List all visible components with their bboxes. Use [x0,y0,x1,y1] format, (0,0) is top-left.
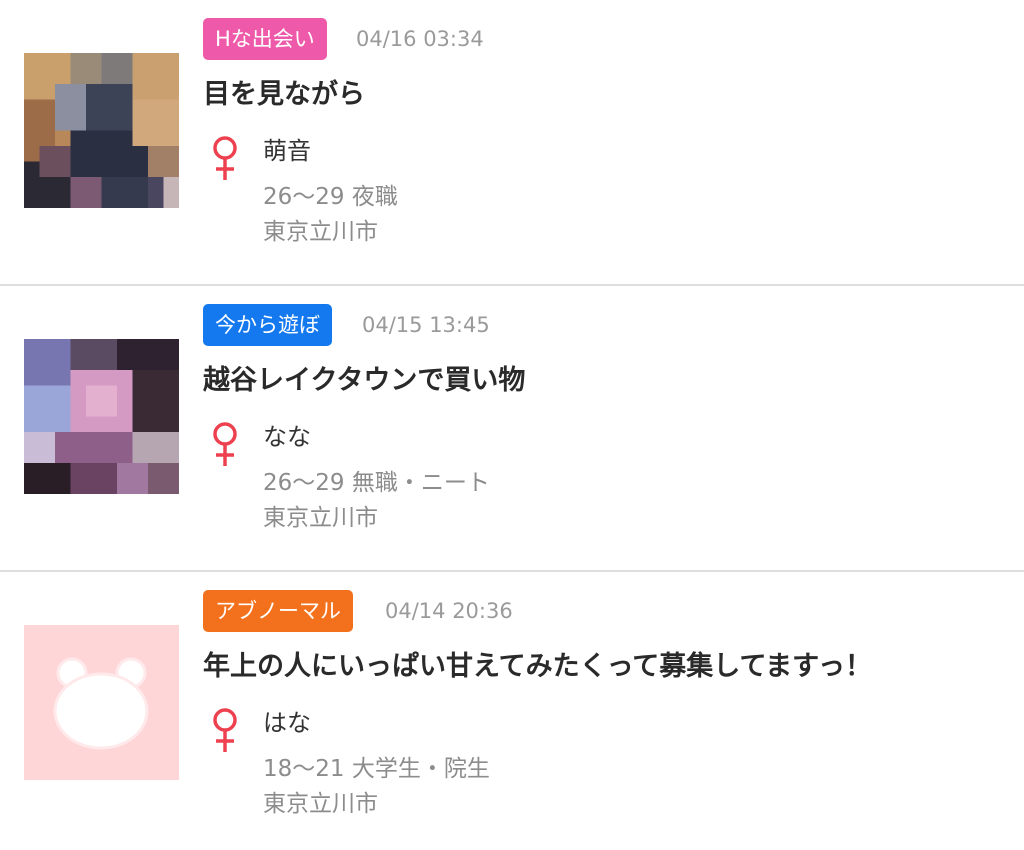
user-location: 東京立川市 [263,791,378,817]
user-profile: 26〜29 夜職 [263,184,398,210]
post-item[interactable]: 今から遊ぼ 04/15 13:45 越谷レイクタウンで買い物 なな 26〜29 … [0,286,1024,572]
post-list: Hな出会い 04/16 03:34 目を見ながら 萌音 26〜29 夜職 東京立… [0,0,1024,850]
post-item[interactable]: アブノーマル 04/14 20:36 年上の人にいっぱい甘えてみたくって募集して… [0,572,1024,850]
user-name: 萌音 [263,137,311,165]
user-profile: 18〜21 大学生・院生 [263,756,490,782]
avatar[interactable] [24,53,179,208]
female-icon [213,708,237,752]
female-icon [213,422,237,466]
post-title[interactable]: 越谷レイクタウンで買い物 [203,358,525,397]
post-title[interactable]: 年上の人にいっぱい甘えてみたくって募集してますっ！ [203,644,872,683]
avatar[interactable] [24,625,179,780]
category-tag[interactable]: Hな出会い [203,18,327,60]
post-title[interactable]: 目を見ながら [203,72,365,111]
bear-placeholder-icon [24,625,179,780]
post-datetime: 04/16 03:34 [356,27,484,51]
user-profile: 26〜29 無職・ニート [263,470,490,496]
post-item[interactable]: Hな出会い 04/16 03:34 目を見ながら 萌音 26〜29 夜職 東京立… [0,0,1024,286]
user-name: はな [263,709,311,737]
user-location: 東京立川市 [263,505,378,531]
female-icon [213,136,237,180]
avatar[interactable] [24,339,179,494]
post-datetime: 04/15 13:45 [362,313,490,337]
user-name: なな [263,423,311,451]
user-location: 東京立川市 [263,219,378,245]
category-tag[interactable]: 今から遊ぼ [203,304,332,346]
post-datetime: 04/14 20:36 [385,599,513,623]
category-tag[interactable]: アブノーマル [203,590,353,632]
